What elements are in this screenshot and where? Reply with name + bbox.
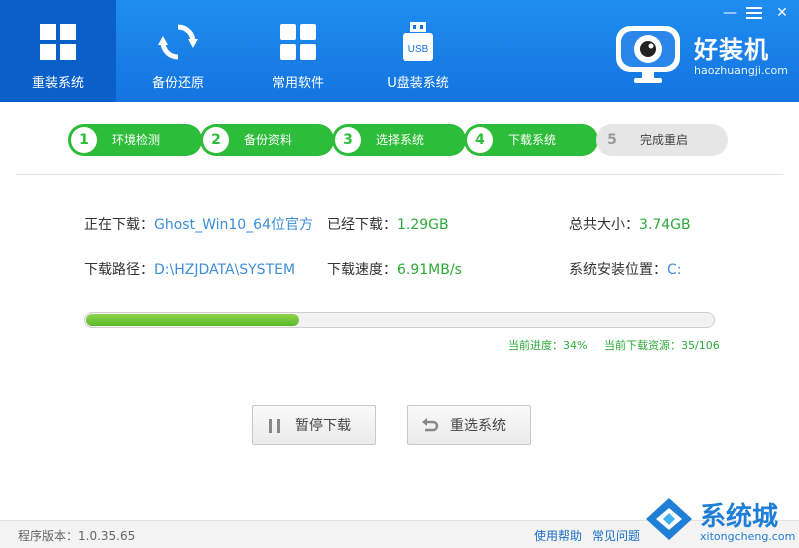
button-label: 重选系统 (450, 418, 506, 434)
download-path: 下载路径：D:\HZJDATA\SYSTEM (84, 260, 295, 280)
info-value: D:\HZJDATA\SYSTEM (154, 262, 296, 278)
resource-label: 当前下载资源： (604, 339, 681, 352)
faq-link[interactable]: 常见问题 (592, 527, 640, 544)
pause-download-button[interactable]: 暂停下载 (252, 405, 376, 445)
divider (16, 174, 783, 175)
info-value: 6.91MB/s (397, 262, 462, 278)
step-number: 3 (335, 127, 361, 153)
progress-fill (86, 314, 299, 326)
windows-logo-icon (40, 24, 76, 60)
nav-usb-install[interactable]: USB U盘装系统 (360, 0, 476, 102)
watermark-url: xitongcheng.com (700, 530, 796, 543)
info-value: Ghost_Win10_64位官方 (154, 217, 313, 233)
step-1: 1 环境检测 (68, 124, 202, 156)
undo-arrow-icon (422, 418, 439, 432)
step-number: 2 (203, 127, 229, 153)
step-indicator: 1 环境检测 2 备份资料 3 选择系统 4 下载系统 5 完成重启 (68, 124, 730, 158)
current-resource: 当前下载资源：35/106 (604, 337, 720, 353)
step-2: 2 备份资料 (200, 124, 334, 156)
monitor-eye-logo-icon (616, 26, 680, 83)
current-progress: 当前进度：34% (508, 337, 587, 353)
download-progress-bar (84, 312, 715, 328)
nav-label: 重装系统 (31, 76, 84, 91)
step-label: 环境检测 (112, 133, 161, 147)
step-label: 备份资料 (244, 133, 293, 147)
info-label: 正在下载： (84, 217, 154, 233)
progress-label: 当前进度： (508, 339, 563, 352)
info-value: 3.74GB (639, 217, 691, 233)
step-number: 5 (599, 127, 625, 153)
sync-icon (158, 24, 198, 60)
menu-icon[interactable] (746, 6, 762, 20)
info-label: 系统安装位置： (569, 262, 667, 278)
nav-reinstall-system[interactable]: 重装系统 (0, 0, 116, 102)
downloading-file: 正在下载：Ghost_Win10_64位官方 (84, 215, 313, 235)
step-5: 5 完成重启 (596, 124, 728, 156)
pause-icon (269, 419, 280, 433)
apps-grid-icon (280, 24, 316, 60)
step-3: 3 选择系统 (332, 124, 466, 156)
reselect-system-button[interactable]: 重选系统 (407, 405, 531, 445)
close-button[interactable]: ✕ (772, 4, 792, 22)
step-label: 选择系统 (376, 133, 425, 147)
nav-backup-restore[interactable]: 备份还原 (120, 0, 236, 102)
brand-name: 好装机 (694, 36, 769, 64)
brand-url: haozhuangji.com (694, 64, 788, 77)
svg-text:USB: USB (408, 44, 429, 55)
download-speed: 下载速度：6.91MB/s (327, 260, 462, 280)
downloaded-size: 已经下载：1.29GB (327, 215, 449, 235)
nav-common-software[interactable]: 常用软件 (240, 0, 356, 102)
nav-label: 常用软件 (271, 76, 324, 91)
info-value: 1.29GB (397, 217, 449, 233)
step-number: 1 (71, 127, 97, 153)
info-value: C: (667, 262, 682, 278)
step-label: 完成重启 (640, 133, 689, 147)
minimize-button[interactable]: — (720, 4, 740, 22)
header-bar: 重装系统 备份还原 常用软件 USB U盘装系统 — ✕ 好装机 haozhua… (0, 0, 799, 102)
install-location: 系统安装位置：C: (569, 260, 682, 280)
watermark-logo-icon (646, 498, 692, 540)
info-label: 已经下载： (327, 217, 397, 233)
program-version: 程序版本：1.0.35.65 (18, 529, 136, 543)
info-label: 下载路径： (84, 262, 154, 278)
step-4: 4 下载系统 (464, 124, 598, 156)
resource-value: 35/106 (681, 339, 720, 352)
step-number: 4 (467, 127, 493, 153)
total-size: 总共大小：3.74GB (569, 215, 691, 235)
button-label: 暂停下载 (295, 418, 351, 434)
usb-drive-icon: USB (403, 22, 433, 61)
info-label: 总共大小： (569, 217, 639, 233)
info-label: 下载速度： (327, 262, 397, 278)
watermark-text: 系统城 (700, 502, 779, 532)
progress-value: 34% (563, 339, 588, 352)
nav-label: U盘装系统 (387, 76, 449, 91)
help-link[interactable]: 使用帮助 (534, 527, 582, 544)
nav-label: 备份还原 (151, 76, 204, 91)
step-label: 下载系统 (508, 133, 557, 147)
